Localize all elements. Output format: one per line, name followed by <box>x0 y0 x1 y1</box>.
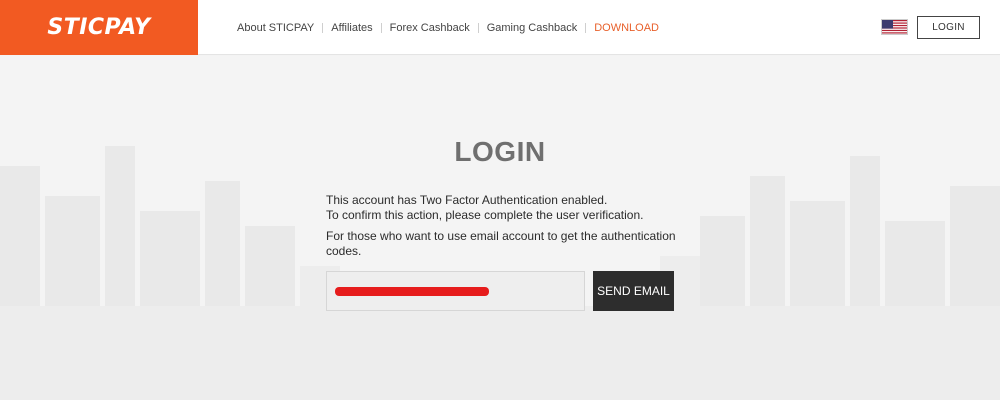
main-nav: About STICPAY Affiliates Forex Cashback … <box>237 0 659 55</box>
nav-divider <box>585 22 587 33</box>
us-flag-graphic <box>882 20 907 34</box>
logo-text: STICPAY <box>47 15 151 40</box>
nav-gaming-cashback[interactable]: Gaming Cashback <box>487 22 578 34</box>
two-factor-line1: This account has Two Factor Authenticati… <box>326 193 608 207</box>
redaction-mark <box>335 287 489 296</box>
two-factor-line2: To confirm this action, please complete … <box>326 208 644 222</box>
nav-affiliates[interactable]: Affiliates <box>331 22 372 34</box>
nav-divider <box>477 22 479 33</box>
nav-forex-cashback[interactable]: Forex Cashback <box>390 22 470 34</box>
email-info-text: For those who want to use email account … <box>326 229 676 258</box>
site-header: STICPAY About STICPAY Affiliates Forex C… <box>0 0 1000 55</box>
nav-divider <box>322 22 324 33</box>
nav-download[interactable]: DOWNLOAD <box>594 22 659 34</box>
login-panel: LOGIN This account has Two Factor Authen… <box>0 56 1000 400</box>
nav-divider <box>380 22 382 33</box>
send-email-button[interactable]: SEND EMAIL <box>593 271 674 311</box>
header-login-button[interactable]: LOGIN <box>917 16 980 39</box>
sticpay-logo[interactable]: STICPAY <box>0 0 198 55</box>
nav-about[interactable]: About STICPAY <box>237 22 314 34</box>
us-flag-icon[interactable] <box>881 19 908 35</box>
page-title: LOGIN <box>454 136 546 167</box>
two-factor-message: This account has Two Factor Authenticati… <box>326 193 686 223</box>
